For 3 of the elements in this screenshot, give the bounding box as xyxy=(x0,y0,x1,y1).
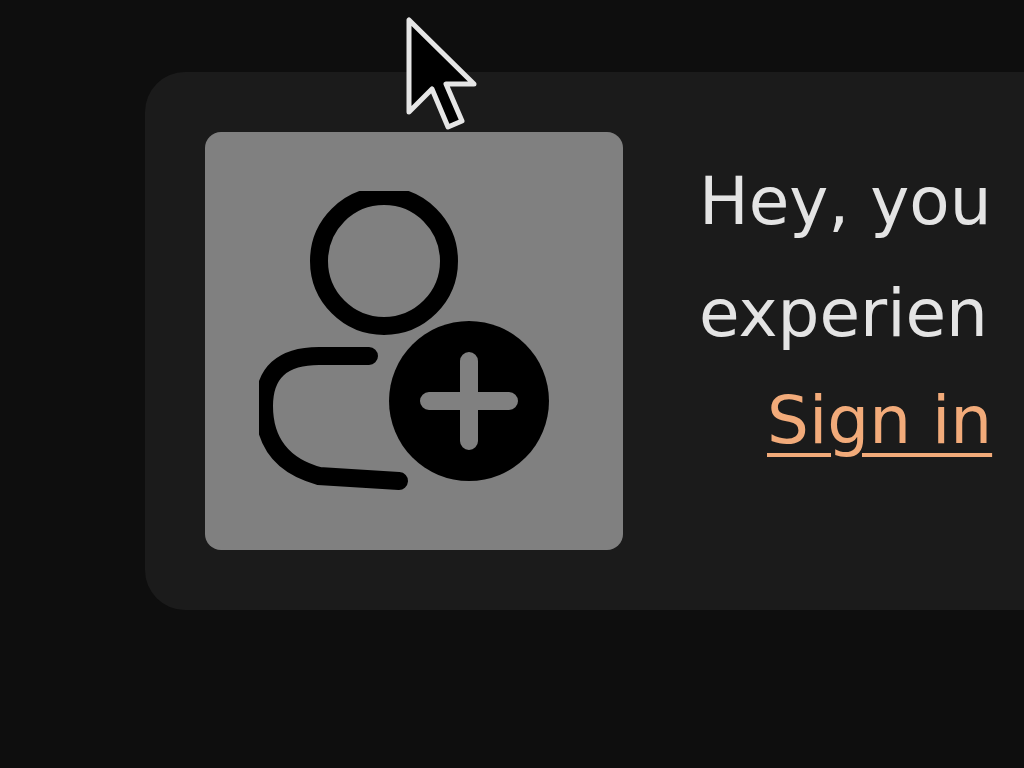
sign-in-link[interactable]: Sign in xyxy=(767,382,993,459)
heading-text: Hey, you experien xyxy=(699,162,993,354)
cursor-icon xyxy=(406,17,478,131)
